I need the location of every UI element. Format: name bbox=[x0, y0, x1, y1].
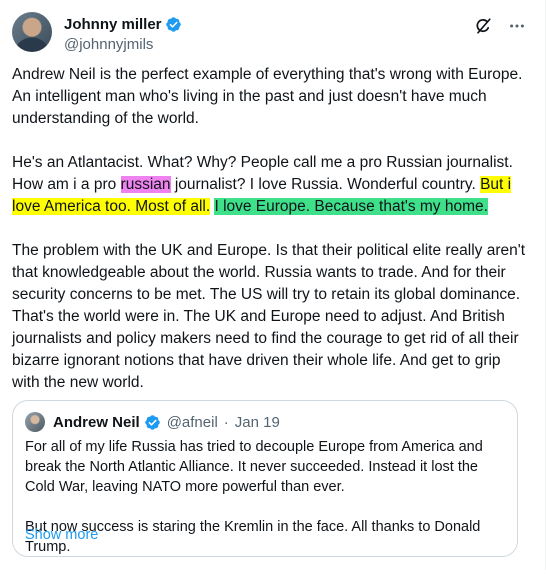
quoted-tweet-header: Andrew Neil @afneil · Jan 19 bbox=[25, 411, 280, 433]
quoted-paragraph-1: For all of my life Russia has tried to d… bbox=[25, 439, 483, 495]
quoted-display-name: Andrew Neil bbox=[53, 413, 140, 431]
avatar[interactable] bbox=[12, 12, 52, 52]
display-name-row: Johnny miller bbox=[64, 14, 182, 34]
quoted-tweet[interactable]: Andrew Neil @afneil · Jan 19 For all of … bbox=[12, 400, 518, 557]
author-names: Johnny miller @johnnyjmils bbox=[64, 14, 182, 53]
quoted-separator: · bbox=[223, 413, 229, 431]
highlight-green: I love Europe. Because that's my home. bbox=[214, 198, 488, 215]
tweet-paragraph-3: The problem with the UK and Europe. Is t… bbox=[12, 242, 525, 391]
quoted-avatar bbox=[25, 412, 45, 432]
verified-badge-icon[interactable] bbox=[165, 16, 182, 33]
author-handle[interactable]: @johnnyjmils bbox=[64, 36, 182, 53]
tweet-paragraph-2: He's an Atlantacist. What? Why? People c… bbox=[12, 152, 528, 218]
tweet-text: Andrew Neil is the perfect example of ev… bbox=[12, 64, 528, 416]
display-name[interactable]: Johnny miller bbox=[64, 16, 162, 33]
show-more-link[interactable]: Show more bbox=[25, 527, 98, 543]
tweet-header: Johnny miller @johnnyjmils bbox=[12, 12, 533, 56]
tweet: Johnny miller @johnnyjmils Andrew Neil i… bbox=[0, 0, 546, 570]
more-options-icon[interactable] bbox=[507, 16, 527, 36]
quoted-handle: @afneil bbox=[166, 413, 218, 431]
header-actions bbox=[473, 16, 527, 36]
paragraph-2-text-2: journalist? I love Russia. Wonderful cou… bbox=[170, 176, 481, 193]
quoted-date: Jan 19 bbox=[234, 413, 280, 431]
tweet-paragraph-1: Andrew Neil is the perfect example of ev… bbox=[12, 66, 523, 127]
grok-icon[interactable] bbox=[473, 16, 493, 36]
quoted-tweet-text: For all of my life Russia has tried to d… bbox=[25, 437, 509, 577]
highlight-pink: russian bbox=[120, 176, 171, 193]
quoted-verified-badge-icon bbox=[144, 414, 161, 431]
